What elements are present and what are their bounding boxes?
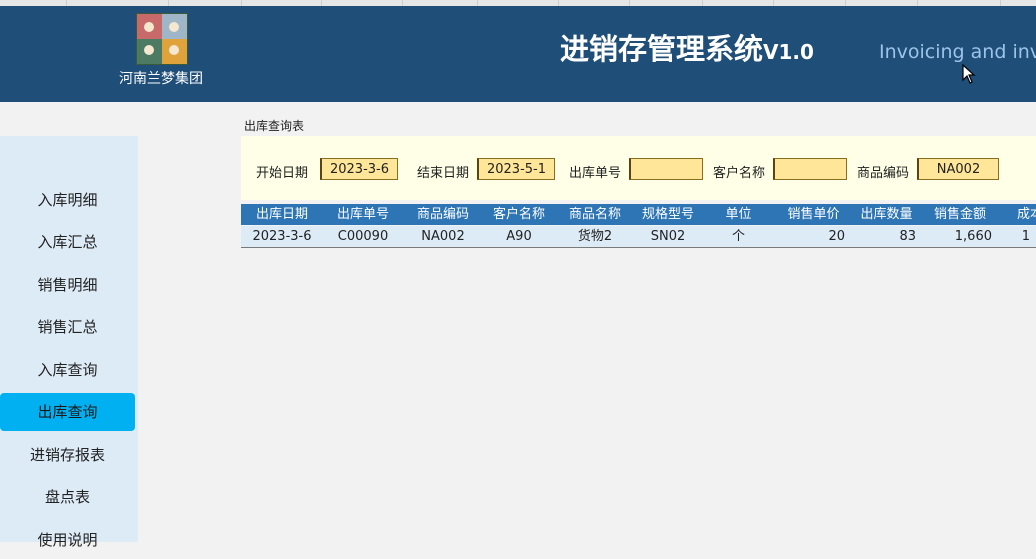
product-code-label: 商品编码 (857, 166, 910, 181)
app-subtitle: Invoicing and invent (879, 41, 1036, 63)
column-header: 成本 (1017, 207, 1036, 222)
app-title: 进销存管理系统V1.0 (560, 26, 814, 68)
section-title: 出库查询表 (244, 119, 305, 133)
nav-item-user-guide[interactable]: 使用说明 (0, 521, 135, 559)
nav-item-inbound-summary[interactable]: 入库汇总 (0, 223, 135, 261)
column-header: 商品名称 (568, 207, 621, 222)
order-number-label: 出库单号 (569, 166, 622, 181)
column-header: 出库数量 (860, 207, 913, 222)
column-header: 规格型号 (641, 207, 694, 222)
table-cell: 83 (899, 229, 916, 244)
sidebar-nav: 入库明细 入库汇总 销售明细 销售汇总 入库查询 出库查询 进销存报表 盘点表 … (0, 136, 138, 549)
end-date-input[interactable]: 2023-5-1 (477, 158, 555, 180)
table-cell: 1,660 (954, 229, 992, 244)
table-cell: 20 (828, 229, 845, 244)
app-header: 河南兰梦集团 进销存管理系统V1.0 Invoicing and invent (0, 6, 1036, 102)
filter-panel: 开始日期 2023-3-6 结束日期 2023-5-1 出库单号 客户名称 商品… (241, 136, 1036, 200)
mouse-pointer-icon (962, 64, 976, 84)
start-date-input[interactable]: 2023-3-6 (320, 158, 398, 180)
column-header: 商品编码 (416, 207, 469, 222)
nav-item-inbound-detail[interactable]: 入库明细 (0, 181, 135, 219)
start-date-label: 开始日期 (256, 166, 309, 181)
table-header-row: 出库日期 出库单号 商品编码 客户名称 商品名称 规格型号 单位 销售单价 出库… (241, 204, 1036, 225)
column-header: 销售单价 (787, 207, 840, 222)
table-cell: C00090 (337, 229, 389, 244)
app-version: V1.0 (763, 40, 814, 64)
table-cell: 货物2 (577, 229, 613, 244)
column-header: 出库单号 (336, 207, 389, 222)
table-cell: 个 (731, 229, 745, 244)
nav-item-stocktake[interactable]: 盘点表 (0, 478, 135, 516)
table-cell: A90 (506, 229, 532, 244)
nav-item-inventory-report[interactable]: 进销存报表 (0, 436, 135, 474)
end-date-label: 结束日期 (417, 166, 470, 181)
table-cell: 1 (1021, 229, 1030, 244)
nav-item-inbound-query[interactable]: 入库查询 (0, 351, 135, 389)
nav-item-sales-detail[interactable]: 销售明细 (0, 266, 135, 304)
column-header: 客户名称 (492, 207, 545, 222)
customer-name-input[interactable] (773, 158, 847, 180)
table-row[interactable]: 2023-3-6 C00090 NA002 A90 货物2 SN02 个 20 … (241, 226, 1036, 248)
table-cell: SN02 (650, 229, 686, 244)
customer-name-label: 客户名称 (713, 166, 766, 181)
table-cell: 2023-3-6 (252, 229, 312, 244)
column-header: 出库日期 (255, 207, 308, 222)
table-cell: NA002 (421, 229, 465, 244)
nav-item-sales-summary[interactable]: 销售汇总 (0, 308, 135, 346)
company-logo (136, 13, 188, 65)
nav-item-outbound-query[interactable]: 出库查询 (0, 393, 135, 431)
company-name: 河南兰梦集团 (119, 71, 203, 87)
order-number-input[interactable] (629, 158, 703, 180)
app-title-text: 进销存管理系统 (560, 32, 764, 66)
product-code-input[interactable]: NA002 (917, 158, 999, 180)
column-header: 单位 (725, 207, 752, 222)
column-header: 销售金额 (933, 207, 986, 222)
